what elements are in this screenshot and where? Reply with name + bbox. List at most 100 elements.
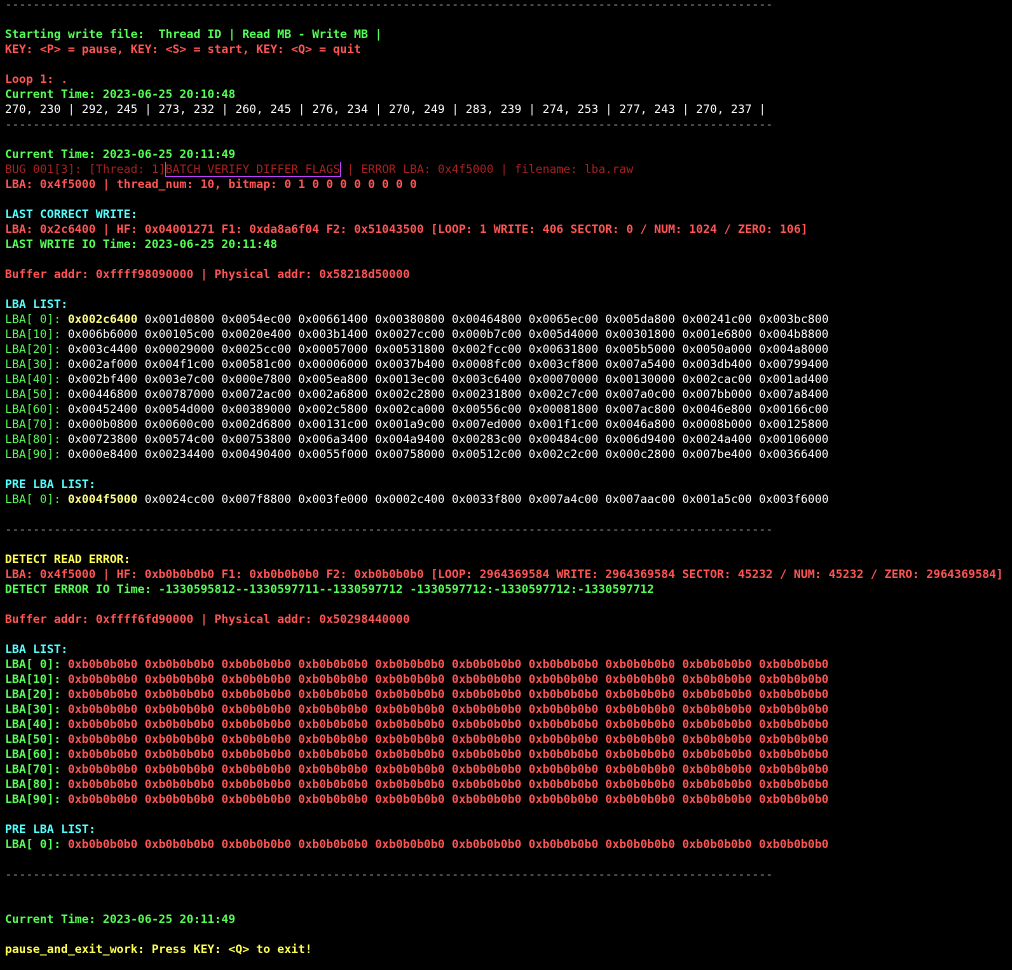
bug-suffix: | ERROR LBA: 0x4f5000 | filename: lba.ra… bbox=[347, 162, 634, 176]
lba-row: LBA[40]: 0x002bf400 0x003e7c00 0x000e780… bbox=[5, 372, 1012, 387]
detect-io-time: DETECT ERROR IO Time: -1330595812--13305… bbox=[5, 582, 655, 596]
exit-prompt: pause_and_exit_work: Press KEY: <Q> to e… bbox=[5, 942, 313, 956]
lba-row: LBA[30]: 0xb0b0b0b0 0xb0b0b0b0 0xb0b0b0b… bbox=[5, 702, 1012, 717]
throughput-stats: 270, 230 | 292, 245 | 273, 232 | 260, 24… bbox=[5, 102, 766, 116]
lba-row: LBA[30]: 0x002af000 0x004f1c00 0x00581c0… bbox=[5, 357, 1012, 372]
lba-row-label: LBA[ 0]: bbox=[5, 492, 61, 506]
detect-pre-title: PRE LBA LIST: bbox=[5, 822, 96, 836]
lba-row-values: 0xb0b0b0b0 0xb0b0b0b0 0xb0b0b0b0 0xb0b0b… bbox=[67, 732, 829, 746]
lba-highlight-value: 0x002c6400 bbox=[67, 312, 138, 326]
lba-row: LBA[ 0]: 0x002c6400 0x001d0800 0x0054ec0… bbox=[5, 312, 1012, 327]
lba-row-values: 0x003c4400 0x00029000 0x0025cc00 0x00057… bbox=[67, 342, 829, 356]
separator-line: ----------------------------------------… bbox=[5, 0, 773, 11]
lba-row: LBA[60]: 0x00452400 0x0054d000 0x0038900… bbox=[5, 402, 1012, 417]
key-help: KEY: <P> = pause, KEY: <S> = start, KEY:… bbox=[5, 42, 361, 56]
detect-lba-title: LBA LIST: bbox=[5, 642, 68, 656]
lba-row-label: LBA[30]: bbox=[5, 357, 61, 371]
lba-row: LBA[10]: 0xb0b0b0b0 0xb0b0b0b0 0xb0b0b0b… bbox=[5, 672, 1012, 687]
separator-line: ----------------------------------------… bbox=[5, 117, 773, 131]
lba-row-values: 0x000e8400 0x00234400 0x00490400 0x0055f… bbox=[67, 447, 829, 461]
detect-lba-list: LBA[ 0]: 0xb0b0b0b0 0xb0b0b0b0 0xb0b0b0b… bbox=[5, 657, 1012, 807]
lba-row-label: LBA[70]: bbox=[5, 417, 61, 431]
lba-row: LBA[50]: 0xb0b0b0b0 0xb0b0b0b0 0xb0b0b0b… bbox=[5, 732, 1012, 747]
lba-row: LBA[ 0]: 0xb0b0b0b0 0xb0b0b0b0 0xb0b0b0b… bbox=[5, 657, 1012, 672]
lba-row-values: 0x0024cc00 0x007f8800 0x003fe000 0x0002c… bbox=[144, 492, 829, 506]
lba-row-values: 0xb0b0b0b0 0xb0b0b0b0 0xb0b0b0b0 0xb0b0b… bbox=[67, 657, 829, 671]
terminal-output[interactable]: ----------------------------------------… bbox=[5, 0, 1012, 957]
lba-row-label: LBA[30]: bbox=[5, 702, 61, 716]
loop-label: Loop 1: . bbox=[5, 72, 68, 86]
footer-time: Current Time: 2023-06-25 20:11:49 bbox=[5, 912, 236, 926]
lba-row: LBA[40]: 0xb0b0b0b0 0xb0b0b0b0 0xb0b0b0b… bbox=[5, 717, 1012, 732]
lba-row: LBA[70]: 0x000b0800 0x00600c00 0x002d680… bbox=[5, 417, 1012, 432]
lba-row: LBA[20]: 0x003c4400 0x00029000 0x0025cc0… bbox=[5, 342, 1012, 357]
bug-flag-box: BATCH VERIFY DIFFER FLAGS bbox=[164, 162, 342, 177]
last-correct-line: LBA: 0x2c6400 | HF: 0x04001271 F1: 0xda8… bbox=[5, 222, 808, 236]
lba-highlight-value: 0x004f5000 bbox=[67, 492, 138, 506]
lba-row: LBA[80]: 0x00723800 0x00574c00 0x0075380… bbox=[5, 432, 1012, 447]
last-write-io-time: LAST WRITE IO Time: 2023-06-25 20:11:48 bbox=[5, 237, 278, 251]
lba-row-label: LBA[40]: bbox=[5, 717, 61, 731]
lba-row-values: 0xb0b0b0b0 0xb0b0b0b0 0xb0b0b0b0 0xb0b0b… bbox=[67, 672, 829, 686]
lba-row-values: 0x002af000 0x004f1c00 0x00581c00 0x00006… bbox=[67, 357, 829, 371]
bug-lba-line: LBA: 0x4f5000 | thread_num: 10, bitmap: … bbox=[5, 177, 417, 191]
lba-row-label: LBA[60]: bbox=[5, 402, 61, 416]
lba-row-label: LBA[70]: bbox=[5, 762, 61, 776]
detect-pre-row: LBA[ 0]: 0xb0b0b0b0 0xb0b0b0b0 0xb0b0b0b… bbox=[5, 837, 1012, 852]
lba-list-title: LBA LIST: bbox=[5, 297, 68, 311]
lba-list: LBA[ 0]: 0x002c6400 0x001d0800 0x0054ec0… bbox=[5, 312, 1012, 462]
lba-row-label: LBA[50]: bbox=[5, 387, 61, 401]
lba-row-label: LBA[ 0]: bbox=[5, 837, 61, 851]
loop-time: Current Time: 2023-06-25 20:10:48 bbox=[5, 87, 236, 101]
lba-row-values: 0x00446800 0x00787000 0x0072ac00 0x002a6… bbox=[67, 387, 829, 401]
lba-row-label: LBA[10]: bbox=[5, 672, 61, 686]
detect-line: LBA: 0x4f5000 | HF: 0xb0b0b0b0 F1: 0xb0b… bbox=[5, 567, 1004, 581]
lba-row-label: LBA[40]: bbox=[5, 372, 61, 386]
lba-row-values: 0xb0b0b0b0 0xb0b0b0b0 0xb0b0b0b0 0xb0b0b… bbox=[67, 792, 829, 806]
lba-row-label: LBA[ 0]: bbox=[5, 312, 61, 326]
bug-line: BUG 001[3]: [Thread: 1]BATCH VERIFY DIFF… bbox=[5, 162, 1012, 177]
lba-row-values: 0xb0b0b0b0 0xb0b0b0b0 0xb0b0b0b0 0xb0b0b… bbox=[67, 687, 829, 701]
lba-row-values: 0x000b0800 0x00600c00 0x002d6800 0x00131… bbox=[67, 417, 829, 431]
lba-row: LBA[10]: 0x006b6000 0x00105c00 0x0020e40… bbox=[5, 327, 1012, 342]
last-correct-buffer: Buffer addr: 0xffff98090000 | Physical a… bbox=[5, 267, 410, 281]
lba-row-values: 0x002bf400 0x003e7c00 0x000e7800 0x005ea… bbox=[67, 372, 829, 386]
lba-row-values: 0x001d0800 0x0054ec00 0x00661400 0x00380… bbox=[144, 312, 829, 326]
lba-row-label: LBA[90]: bbox=[5, 447, 61, 461]
lba-row-values: 0xb0b0b0b0 0xb0b0b0b0 0xb0b0b0b0 0xb0b0b… bbox=[67, 717, 829, 731]
start-message: Starting write file: Thread ID | Read MB… bbox=[5, 27, 382, 41]
lba-row: LBA[50]: 0x00446800 0x00787000 0x0072ac0… bbox=[5, 387, 1012, 402]
pre-lba-title: PRE LBA LIST: bbox=[5, 477, 96, 491]
lba-row: LBA[90]: 0xb0b0b0b0 0xb0b0b0b0 0xb0b0b0b… bbox=[5, 792, 1012, 807]
lba-row: LBA[70]: 0xb0b0b0b0 0xb0b0b0b0 0xb0b0b0b… bbox=[5, 762, 1012, 777]
separator-line: ----------------------------------------… bbox=[5, 522, 773, 536]
lba-row-values: 0x006b6000 0x00105c00 0x0020e400 0x003b1… bbox=[67, 327, 829, 341]
lba-row-values: 0x00452400 0x0054d000 0x00389000 0x002c5… bbox=[67, 402, 829, 416]
lba-row-label: LBA[90]: bbox=[5, 792, 61, 806]
lba-row-label: LBA[50]: bbox=[5, 732, 61, 746]
detect-title: DETECT READ ERROR: bbox=[5, 552, 131, 566]
lba-row-label: LBA[ 0]: bbox=[5, 657, 61, 671]
lba-row-values: 0xb0b0b0b0 0xb0b0b0b0 0xb0b0b0b0 0xb0b0b… bbox=[67, 777, 829, 791]
lba-row-label: LBA[60]: bbox=[5, 747, 61, 761]
separator-line: ----------------------------------------… bbox=[5, 867, 773, 881]
lba-row-label: LBA[10]: bbox=[5, 327, 61, 341]
lba-row-values: 0xb0b0b0b0 0xb0b0b0b0 0xb0b0b0b0 0xb0b0b… bbox=[67, 837, 829, 851]
lba-row-label: LBA[80]: bbox=[5, 777, 61, 791]
lba-row-values: 0xb0b0b0b0 0xb0b0b0b0 0xb0b0b0b0 0xb0b0b… bbox=[67, 747, 829, 761]
